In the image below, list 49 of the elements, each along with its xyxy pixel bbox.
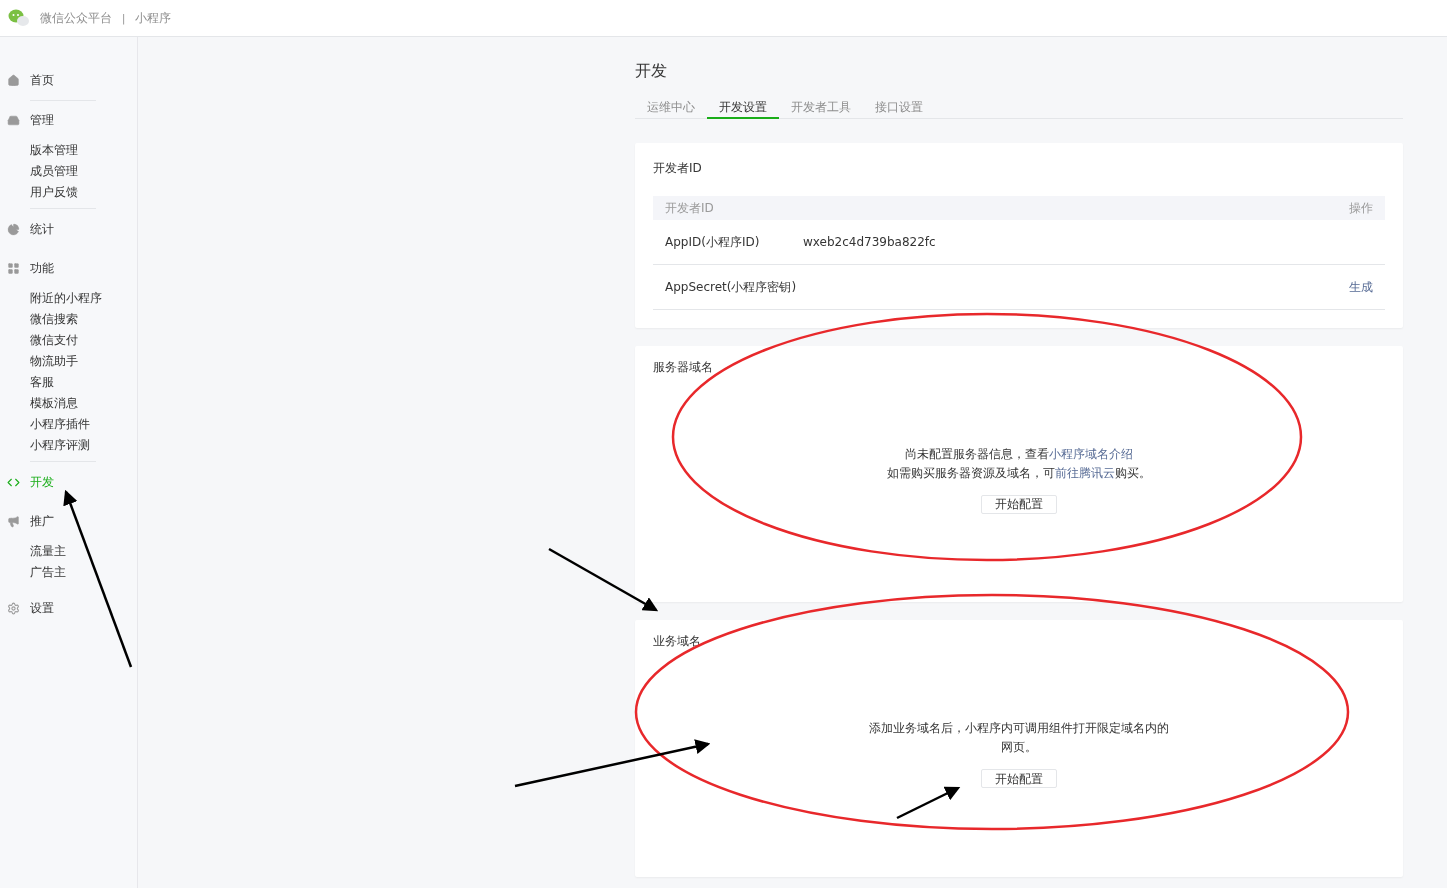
generate-link[interactable]: 生成	[1349, 278, 1373, 296]
card-title: 服务器域名	[653, 359, 714, 376]
sidebar-item[interactable]: 管理	[30, 111, 54, 129]
sidebar-subitem[interactable]: 用户反馈	[30, 182, 78, 201]
sidebar-subitem[interactable]: 广告主	[30, 562, 66, 581]
sidebar-subitem[interactable]: 流量主	[30, 541, 66, 560]
sidebar-item[interactable]: 统计	[30, 220, 54, 238]
empty-state-text: 添加业务域名后，小程序内可调用组件打开限定域名内的	[869, 720, 1169, 737]
tab[interactable]: 开发设置	[707, 97, 779, 119]
header-separator: |	[122, 11, 126, 26]
table-cell-text: AppID(小程序ID)	[665, 234, 761, 251]
sidebar-subitem[interactable]: 微信搜索	[30, 309, 78, 328]
page-title: 开发	[635, 60, 668, 82]
sidebar-subitem[interactable]: 成员管理	[30, 161, 78, 180]
card-title: 开发者ID	[653, 161, 702, 175]
link[interactable]: 小程序域名介绍	[1049, 446, 1133, 461]
link[interactable]: 前往腾讯云	[1055, 465, 1115, 480]
table-cell-text: AppSecret(小程序密钥)	[665, 279, 798, 296]
sidebar-subitem[interactable]: 微信支付	[30, 330, 78, 349]
start-config-button[interactable]: 开始配置	[981, 494, 1057, 514]
chat-bubbles-logo-icon	[8, 9, 30, 27]
sidebar-subitem[interactable]: 小程序插件	[30, 414, 90, 433]
column-header: 开发者ID	[665, 200, 714, 217]
sidebar-item[interactable]: 推广	[30, 512, 54, 530]
annotation-arrow	[896, 786, 961, 820]
empty-state-text: 如需购买服务器资源及域名，可前往腾讯云购买。	[887, 464, 1151, 482]
sidebar-subitem[interactable]: 模板消息	[30, 393, 78, 412]
sidebar-subitem[interactable]: 物流助手	[30, 351, 78, 370]
settings-icon	[7, 601, 20, 615]
brand-name[interactable]: 微信公众平台	[40, 9, 112, 27]
empty-state-text: 尚未配置服务器信息，查看小程序域名介绍	[905, 445, 1133, 463]
pie-chart-icon	[7, 222, 20, 236]
sidebar-item[interactable]: 设置	[30, 599, 54, 617]
sidebar-subitem[interactable]: 客服	[30, 372, 54, 391]
column-header: 操作	[1349, 200, 1373, 217]
inbox-icon	[7, 113, 20, 127]
grid-icon	[7, 261, 20, 275]
product-name: 小程序	[135, 10, 172, 27]
home-icon	[7, 73, 20, 87]
sidebar-item[interactable]: 首页	[30, 71, 54, 89]
sidebar-subitem[interactable]: 附近的小程序	[30, 288, 102, 307]
sidebar-subitem[interactable]: 版本管理	[30, 140, 78, 159]
start-config-button[interactable]: 开始配置	[981, 769, 1057, 788]
card-title: 业务域名	[653, 633, 702, 650]
sidebar-subitem[interactable]: 小程序评测	[30, 435, 90, 454]
sidebar-item[interactable]: 功能	[30, 259, 54, 277]
table-cell-text: wxeb2c4d739ba822fc	[803, 234, 936, 251]
empty-state-text: 网页。	[1001, 739, 1037, 756]
megaphone-icon	[7, 514, 20, 528]
